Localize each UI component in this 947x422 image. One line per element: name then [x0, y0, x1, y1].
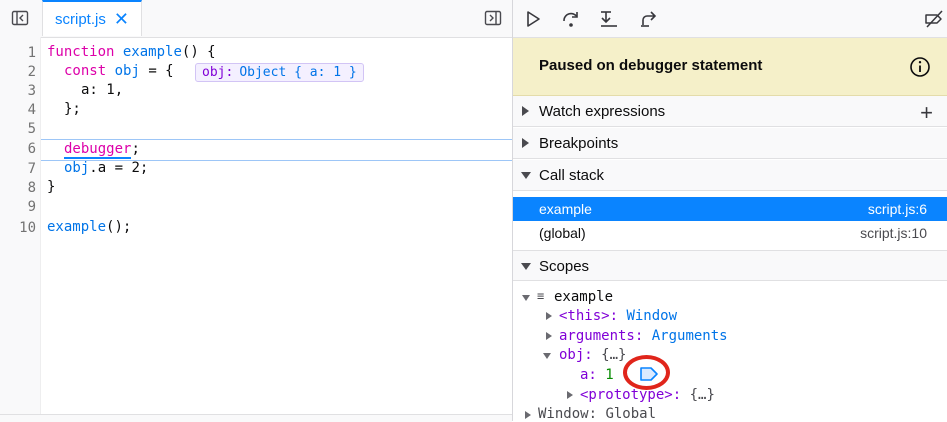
expand-arrow-icon[interactable]	[546, 312, 552, 320]
call-stack-frame-selected[interactable]: example script.js:6	[513, 197, 947, 221]
code-keyword: function	[47, 44, 115, 60]
code-text: ();	[106, 219, 132, 235]
code-line-7[interactable]: obj.a = 2;	[64, 160, 148, 176]
scope-root[interactable]: example	[554, 289, 613, 305]
expand-arrow-icon[interactable]	[525, 411, 531, 419]
code-keyword: debugger	[64, 141, 132, 159]
line-number[interactable]: 4	[6, 102, 36, 118]
expand-arrow-icon[interactable]	[546, 332, 552, 340]
collapse-arrow-icon[interactable]	[543, 353, 551, 359]
section-label: Scopes	[539, 258, 590, 275]
editor-tab-bar: script.js ✕	[0, 0, 512, 38]
deactivate-breakpoints-icon[interactable]	[923, 8, 945, 30]
property-value: Global	[605, 406, 657, 422]
step-out-icon[interactable]	[638, 8, 660, 30]
property-key: Window:	[538, 406, 598, 422]
annotation-highlight-circle	[623, 355, 670, 390]
scope-item-arguments[interactable]: arguments: Arguments	[559, 328, 728, 344]
tab-script-js[interactable]: script.js ✕	[42, 0, 142, 36]
property-key: obj:	[559, 347, 593, 363]
toggle-sources-panel-icon[interactable]	[11, 9, 29, 27]
code-line-1[interactable]: function example() {	[47, 44, 216, 60]
code-text: };	[64, 101, 81, 117]
resume-icon[interactable]	[522, 8, 544, 30]
frame-location: script.js:10	[860, 225, 927, 241]
code-line-4[interactable]: };	[64, 101, 81, 117]
code-text: = {	[139, 63, 174, 79]
code-variable: obj	[64, 160, 90, 176]
code-line-10[interactable]: example();	[47, 219, 131, 235]
line-number-gutter[interactable]: 1 2 3 4 5 6 7 8 9 10	[0, 37, 41, 421]
code-line-6[interactable]: debugger;	[64, 141, 140, 159]
scope-item-obj[interactable]: obj: {…}	[559, 347, 626, 363]
line-number[interactable]: 1	[6, 45, 36, 61]
code-line-2[interactable]: const obj = {	[64, 63, 174, 79]
paused-message: Paused on debugger statement	[539, 57, 763, 74]
property-value: {…}	[689, 387, 715, 403]
code-text: }	[47, 179, 56, 195]
code-keyword: const	[64, 63, 107, 79]
line-number[interactable]: 8	[6, 180, 36, 196]
section-label: Breakpoints	[539, 135, 619, 152]
scope-item-a[interactable]: a: 1	[580, 367, 614, 383]
preview-value: Object { a: 1 }	[239, 65, 357, 80]
expand-arrow-icon	[522, 106, 529, 116]
property-key: a:	[580, 367, 597, 383]
scope-item-window[interactable]: Window: Global	[538, 406, 656, 422]
code-variable: obj	[114, 63, 140, 79]
code-text: .a = 2;	[89, 160, 149, 176]
scopes-header[interactable]: Scopes	[513, 250, 947, 281]
line-number[interactable]: 3	[6, 83, 36, 99]
info-icon[interactable]	[909, 56, 931, 78]
code-line-3[interactable]: a: 1,	[81, 82, 123, 98]
call-stack-header[interactable]: Call stack	[513, 160, 947, 191]
property-key: arguments:	[559, 328, 644, 344]
collapse-arrow-icon	[521, 263, 531, 270]
call-stack-frame[interactable]: (global) script.js:10	[513, 221, 947, 245]
watch-expressions-header[interactable]: Watch expressions +	[513, 96, 947, 127]
tab-label: script.js	[55, 10, 106, 28]
property-value: Window	[626, 308, 678, 324]
add-watch-expression-button[interactable]: +	[920, 100, 933, 126]
code-text: ;	[131, 141, 140, 157]
debugger-sidebar: Paused on debugger statement Watch expre…	[513, 0, 947, 422]
scope-block-icon: ≡	[537, 289, 545, 303]
frame-location: script.js:6	[867, 201, 927, 217]
breakpoints-header[interactable]: Breakpoints	[513, 128, 947, 159]
code-function-name: example	[122, 44, 182, 60]
debugger-toolbar	[513, 0, 947, 38]
line-number[interactable]: 6	[6, 141, 36, 157]
code-text: () {	[181, 44, 216, 60]
expand-arrow-icon	[522, 138, 529, 148]
preview-key: obj:	[202, 65, 234, 80]
section-label: Call stack	[539, 167, 605, 184]
property-key: <prototype>:	[580, 387, 682, 403]
paused-banner: Paused on debugger statement	[513, 38, 947, 96]
line-number[interactable]: 5	[6, 121, 36, 137]
frame-name: example	[539, 201, 592, 217]
line-number[interactable]: 9	[6, 199, 36, 215]
toggle-sidebar-icon[interactable]	[484, 9, 502, 27]
code-line-8[interactable]: }	[47, 179, 55, 195]
section-label: Watch expressions	[539, 103, 666, 120]
expand-arrow-icon[interactable]	[567, 391, 573, 399]
inline-value-preview[interactable]: obj: Object { a: 1 }	[195, 63, 364, 82]
code-text: a: 1,	[81, 82, 124, 98]
expanded-arrow-icon[interactable]	[522, 295, 530, 301]
step-in-icon[interactable]	[598, 8, 620, 30]
line-number[interactable]: 10	[6, 220, 36, 236]
scope-item-this[interactable]: <this>: Window	[559, 308, 677, 324]
line-number[interactable]: 7	[6, 161, 36, 177]
collapse-arrow-icon	[521, 172, 531, 179]
frame-name: (global)	[539, 225, 586, 241]
editor-pane: script.js ✕ 1 2 3 4 5 6 7 8 9 10 functio…	[0, 0, 513, 422]
property-value: {…}	[601, 347, 627, 363]
property-key: <this>:	[559, 308, 619, 324]
step-over-icon[interactable]	[560, 8, 582, 30]
property-value: 1	[605, 367, 614, 383]
code-function-name: example	[47, 219, 107, 235]
property-value: Arguments	[651, 328, 728, 344]
close-icon[interactable]: ✕	[114, 10, 129, 28]
line-number[interactable]: 2	[6, 64, 36, 80]
